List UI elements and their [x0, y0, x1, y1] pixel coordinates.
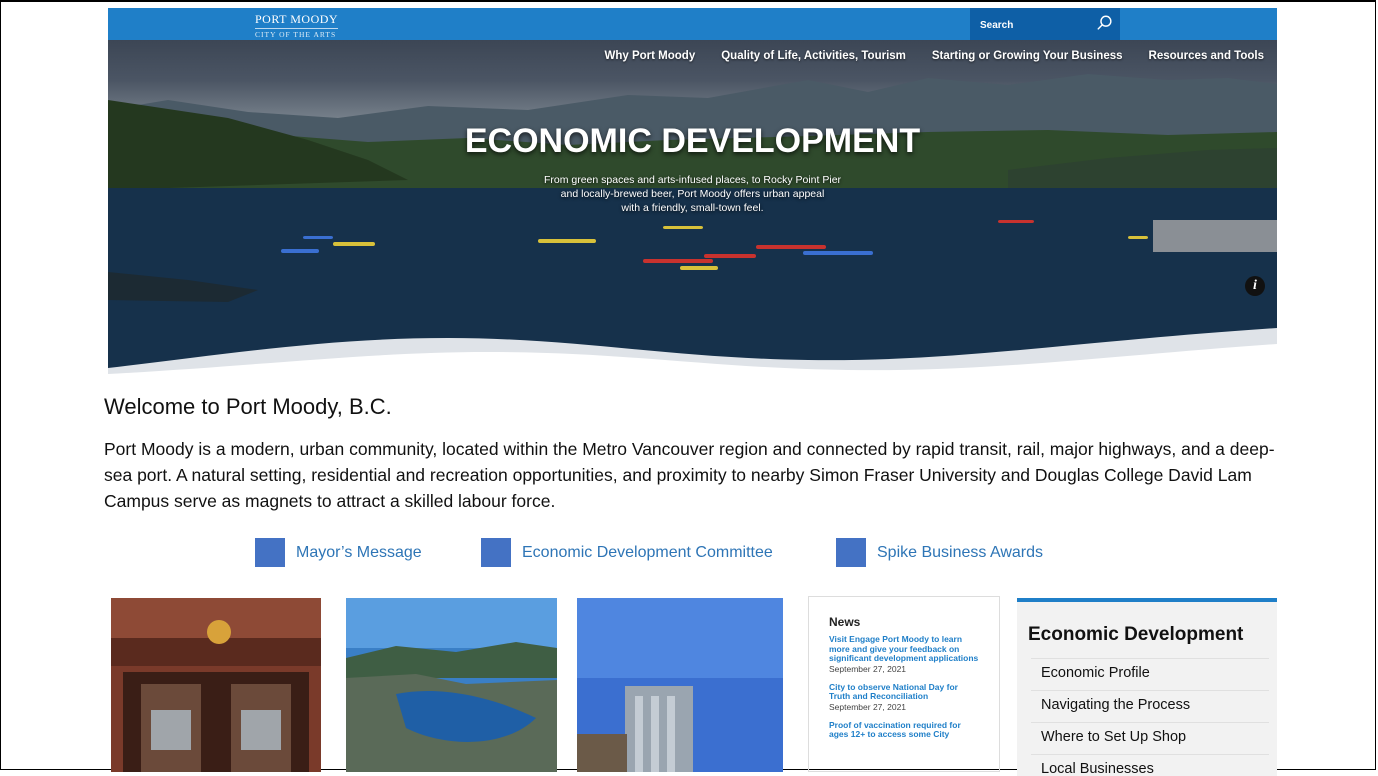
- econ-menu-heading: Economic Development: [1028, 624, 1244, 645]
- news-item-date: September 27, 2021: [829, 701, 907, 712]
- highrise-photo-card[interactable]: [577, 598, 783, 772]
- menu-item-economic-profile[interactable]: Economic Profile: [1031, 658, 1269, 690]
- news-item: Visit Engage Port Moody to learn more an…: [829, 634, 979, 675]
- highrise-photo: [577, 598, 783, 772]
- link-bullet-square: [255, 538, 285, 567]
- hero-subtitle: From green spaces and arts-infused place…: [108, 173, 1277, 215]
- nav-quality-of-life[interactable]: Quality of Life, Activities, Tourism: [708, 50, 919, 62]
- hero-title: ECONOMIC DEVELOPMENT: [464, 122, 921, 160]
- link-bullet-square: [481, 538, 511, 567]
- storefront-photo: [111, 598, 321, 772]
- link-label: Economic Development Committee: [522, 543, 773, 561]
- news-item-date: September 27, 2021: [829, 663, 907, 674]
- nav-starting-business[interactable]: Starting or Growing Your Business: [919, 50, 1136, 62]
- link-bullet-square: [836, 538, 866, 567]
- welcome-paragraph: Port Moody is a modern, urban community,…: [104, 439, 1275, 511]
- link-label: Mayor’s Message: [296, 543, 422, 561]
- news-heading: News: [829, 615, 861, 629]
- port-moody-logo[interactable]: PORT MOODY CITY OF THE ARTS: [255, 12, 339, 39]
- nav-resources-tools[interactable]: Resources and Tools: [1136, 50, 1277, 62]
- news-item-title[interactable]: Proof of vaccination required for ages 1…: [829, 720, 979, 740]
- menu-item-where-to-set-up-shop[interactable]: Where to Set Up Shop: [1031, 722, 1269, 754]
- spike-business-awards-link[interactable]: Spike Business Awards: [836, 538, 1043, 567]
- menu-item-navigating-process[interactable]: Navigating the Process: [1031, 690, 1269, 722]
- welcome-heading: Welcome to Port Moody, B.C.: [104, 394, 392, 419]
- news-item-title[interactable]: Visit Engage Port Moody to learn more an…: [829, 634, 979, 664]
- hero-subtitle-line: From green spaces and arts-infused place…: [543, 174, 842, 186]
- hero-subtitle-line: with a friendly, small-town feel.: [621, 202, 764, 214]
- menu-item-local-businesses[interactable]: Local Businesses: [1031, 754, 1269, 776]
- hero-subtitle-line: and locally-brewed beer, Port Moody offe…: [560, 188, 825, 200]
- search-icon[interactable]: [1096, 14, 1114, 32]
- news-item: Proof of vaccination required for ages 1…: [829, 720, 979, 740]
- mayors-message-link[interactable]: Mayor’s Message: [255, 538, 422, 567]
- info-icon[interactable]: i: [1245, 276, 1265, 296]
- main-navigation: Why Port Moody Quality of Life, Activiti…: [592, 50, 1278, 62]
- news-item-title[interactable]: City to observe National Day for Truth a…: [829, 682, 979, 702]
- link-label: Spike Business Awards: [877, 543, 1044, 561]
- storefront-photo-card[interactable]: [111, 598, 321, 772]
- economic-development-menu: Economic Development Economic Profile Na…: [1017, 598, 1277, 776]
- logo-title: PORT MOODY: [255, 12, 339, 29]
- search-box: [970, 8, 1120, 40]
- search-input[interactable]: [978, 16, 1092, 34]
- hero-wave-divider: [108, 328, 1277, 376]
- aerial-inlet-photo-card[interactable]: [346, 598, 557, 772]
- hero-banner: Why Port Moody Quality of Life, Activiti…: [108, 40, 1277, 376]
- logo-tagline: CITY OF THE ARTS: [255, 30, 337, 39]
- top-bar: PORT MOODY CITY OF THE ARTS: [108, 8, 1277, 40]
- nav-why-port-moody[interactable]: Why Port Moody: [592, 50, 709, 62]
- aerial-inlet-photo: [346, 598, 557, 772]
- news-item: City to observe National Day for Truth a…: [829, 682, 979, 713]
- website: PORT MOODY CITY OF THE ARTS Search Why P…: [108, 8, 1277, 376]
- economic-development-committee-link[interactable]: Economic Development Committee: [481, 538, 773, 567]
- news-panel: News Visit Engage Port Moody to learn mo…: [808, 596, 1000, 772]
